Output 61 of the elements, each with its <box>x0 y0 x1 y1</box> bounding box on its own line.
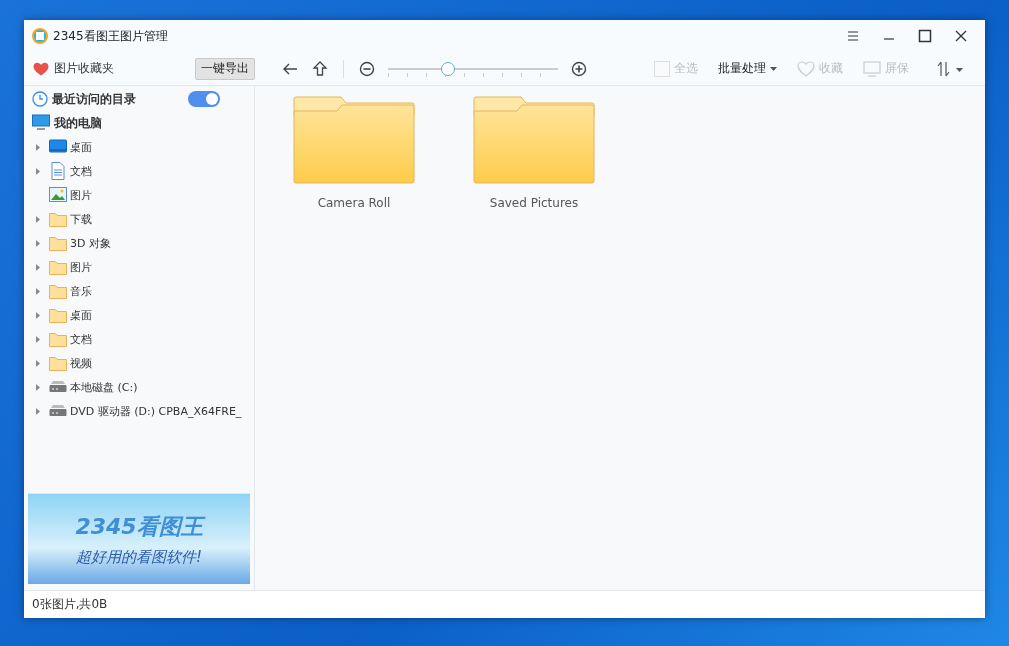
sort-icon[interactable] <box>936 60 964 77</box>
heart-outline-icon <box>797 60 815 77</box>
folder-icon <box>49 234 67 252</box>
slider-thumb[interactable] <box>440 61 455 76</box>
expand-arrow-icon[interactable] <box>36 263 40 271</box>
folder-name[interactable]: Saved Pictures <box>489 196 579 210</box>
status-text: 0张图片,共0B <box>32 596 108 613</box>
tree-item-label[interactable]: 本地磁盘 (C:) <box>70 379 138 395</box>
expand-arrow-icon[interactable] <box>36 143 40 151</box>
app-icon <box>32 28 48 44</box>
tree-item-label[interactable]: 桌面 <box>70 307 92 323</box>
expand-arrow-icon[interactable] <box>36 383 40 391</box>
tree-item-label[interactable]: 图片 <box>70 187 92 203</box>
tree-item-label[interactable]: 文档 <box>70 163 92 179</box>
folder-icon <box>49 306 67 324</box>
tree-item-label[interactable]: 音乐 <box>70 283 92 299</box>
monitor-icon <box>49 138 67 156</box>
tree-item-label[interactable]: 下载 <box>70 211 92 227</box>
expand-arrow-icon[interactable] <box>36 407 40 415</box>
expand-arrow-icon[interactable] <box>36 335 40 343</box>
expand-arrow-icon[interactable] <box>36 167 40 175</box>
picture-icon <box>49 186 67 204</box>
batch-menu-button[interactable]: 批量处理 <box>708 55 787 82</box>
export-button[interactable]: 一键导出 <box>195 57 255 80</box>
toggle-switch[interactable] <box>188 91 220 107</box>
tree-item-label: 我的电脑 <box>54 114 102 132</box>
expand-arrow-icon[interactable] <box>36 239 40 247</box>
select-all-label: 全选 <box>674 60 698 77</box>
computer-icon <box>32 114 50 132</box>
tree-item-label[interactable]: 图片 <box>70 259 92 275</box>
folder-name[interactable]: Camera Roll <box>317 196 391 210</box>
window-title: 2345看图王图片管理 <box>53 27 169 45</box>
caret-icon <box>770 66 777 71</box>
tree-item-label[interactable]: DVD 驱动器 (D:) CPBA_X64FRE_ <box>70 403 242 419</box>
expand-arrow-icon[interactable] <box>36 215 40 223</box>
expand-arrow-icon[interactable] <box>36 359 40 367</box>
recent-folders-label: 最近访问的目录 <box>52 90 136 108</box>
close-icon[interactable] <box>954 29 968 43</box>
folder-icon <box>49 354 67 372</box>
favorites-link[interactable]: 图片收藏夹 <box>54 60 114 77</box>
tree-item-label[interactable]: 桌面 <box>70 139 92 155</box>
menu-icon[interactable] <box>846 29 860 43</box>
zoom-out-icon[interactable] <box>358 59 376 78</box>
maximize-icon[interactable] <box>918 29 932 43</box>
banner-slogan: 超好用的看图软件! <box>76 547 202 567</box>
zoom-in-icon[interactable] <box>570 59 588 78</box>
heart-icon[interactable] <box>33 61 49 76</box>
clock-icon <box>32 91 48 107</box>
expand-arrow-icon[interactable] <box>36 311 40 319</box>
folder-icon <box>49 330 67 348</box>
folder-icon <box>49 258 67 276</box>
tree-item-label[interactable]: 视频 <box>70 355 92 371</box>
folder-icon <box>49 282 67 300</box>
monitor-icon <box>863 60 881 77</box>
tree-item-label[interactable]: 3D 对象 <box>70 235 111 251</box>
tree-item-label[interactable]: 文档 <box>70 331 92 347</box>
up-arrow-icon[interactable] <box>311 59 329 78</box>
expand-arrow-icon[interactable] <box>36 287 40 295</box>
ad-banner[interactable]: 2345看图王 超好用的看图软件! <box>28 493 250 584</box>
folder-icon <box>49 210 67 228</box>
document-icon <box>49 162 67 180</box>
